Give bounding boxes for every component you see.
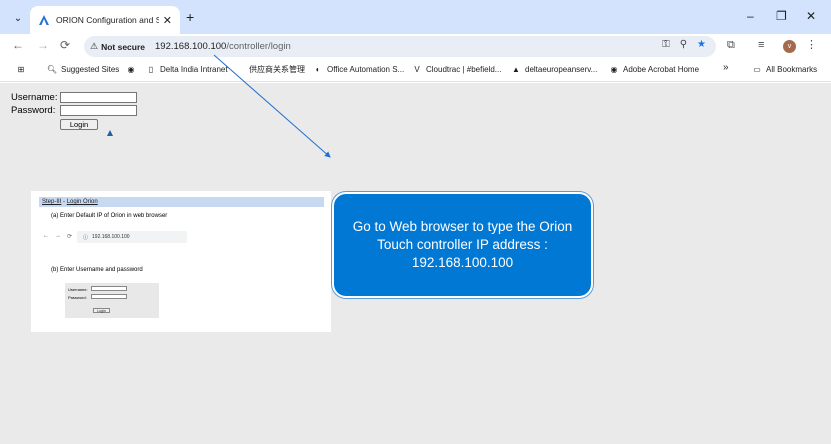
login-button[interactable]: Login	[60, 119, 98, 130]
extensions-icon[interactable]: ⧉	[727, 38, 735, 52]
browser-toolbar: ← → ⟳ ⚠ Not secure 192.168.100.100/contr…	[0, 34, 831, 58]
globe-icon: ◉	[610, 64, 618, 74]
all-bookmarks-button[interactable]: ▭ All Bookmarks	[752, 64, 817, 74]
folder-icon: ▭	[753, 64, 761, 74]
bookmark-supplier[interactable]: 供应商关系管理	[249, 64, 305, 75]
maximize-button[interactable]: ❐	[776, 8, 787, 24]
url-host: 192.168.100.100	[155, 41, 227, 52]
globe-icon: ◉	[127, 64, 135, 74]
address-bar[interactable]: ⚠ Not secure 192.168.100.100/controller/…	[84, 36, 716, 57]
profile-avatar[interactable]: v	[783, 40, 796, 53]
mini-password-input	[91, 294, 127, 299]
bookmark-deltaeurope[interactable]: ▲ deltaeuropeanserv...	[511, 64, 597, 74]
username-label: Username:	[11, 92, 58, 103]
page-content: Username: Password: Login Step-III - Log…	[0, 83, 831, 444]
mini-forward-icon: →	[55, 233, 61, 239]
office-icon: ◐	[315, 64, 321, 74]
search-icon: 🔍︎	[46, 64, 58, 74]
mini-password-label: Password:	[68, 295, 87, 300]
back-icon[interactable]: ←	[12, 38, 24, 52]
step-number: Step-III	[42, 199, 62, 205]
not-secure-label[interactable]: Not secure	[101, 42, 145, 52]
username-input[interactable]	[60, 92, 137, 103]
apps-grid-icon[interactable]: ⊞	[16, 64, 30, 74]
callout-box: Go to Web browser to type the Orion Touc…	[332, 192, 593, 298]
password-label: Password:	[11, 105, 56, 116]
callout-text: Go to Web browser to type the Orion Touc…	[352, 219, 573, 270]
password-key-icon[interactable]: ⚿	[662, 39, 670, 50]
bookmark-suggested-sites[interactable]: 🔍︎ Suggested Sites	[47, 64, 119, 74]
warning-icon: ⚠	[90, 41, 99, 51]
new-tab-button[interactable]: +	[186, 9, 194, 25]
forward-icon[interactable]: →	[37, 38, 49, 52]
bookmarks-bar: ⊞ 🔍︎ Suggested Sites ◉ ▯ Delta India Intra…	[0, 58, 831, 82]
menu-kebab-icon[interactable]: ⋮	[806, 38, 817, 52]
instruction-item-b: (b) Enter Username and password	[51, 267, 143, 273]
step-title: Login Orion	[66, 199, 98, 205]
password-input[interactable]	[60, 105, 137, 116]
instruction-item-a: (a) Enter Default IP of Orion in web bro…	[51, 213, 168, 219]
tab-orion[interactable]: ORION Configuration and Supe ✕	[30, 6, 180, 34]
tab-title: ORION Configuration and Supe	[56, 15, 159, 25]
reload-icon[interactable]: ⟳	[60, 38, 70, 52]
zoom-icon[interactable]: ⚲	[680, 39, 687, 50]
mini-login-form: Username: Password: Login	[65, 283, 159, 318]
mini-info-icon: ⓘ	[83, 234, 89, 241]
tab-strip: ⌄ ORION Configuration and Supe ✕ + – ❐ ✕	[0, 0, 831, 34]
mini-back-icon: ←	[43, 233, 49, 239]
bookmark-acrobat[interactable]: ◉ Adobe Acrobat Home	[609, 64, 700, 74]
mini-login-button: Login	[93, 308, 110, 313]
mini-address-bar: ⓘ 192.168.100.100	[77, 231, 187, 243]
bookmark-office-automation[interactable]: ◐ Office Automation S...	[313, 64, 405, 74]
close-window-button[interactable]: ✕	[806, 8, 816, 24]
more-bookmarks-chevron[interactable]: »	[723, 62, 729, 73]
mini-username-label: Username:	[68, 287, 88, 292]
cloudtrac-icon: V	[414, 64, 420, 74]
bookmark-star-icon[interactable]: ★	[697, 39, 706, 50]
instruction-panel: Step-III - Login Orion (a) Enter Default…	[31, 191, 331, 332]
bookmark-cloudtrac[interactable]: V Cloudtrac | #befield...	[412, 64, 501, 74]
minimize-button[interactable]: –	[747, 8, 754, 24]
mouse-pointer-icon	[107, 130, 113, 136]
step-heading-bar: Step-III - Login Orion	[39, 197, 324, 207]
reading-list-icon[interactable]: ≡	[758, 38, 764, 52]
delta-logo-icon: ▲	[512, 64, 520, 74]
tab-close-icon[interactable]: ✕	[163, 14, 172, 27]
page-icon: ▯	[148, 64, 154, 74]
tab-search-chevron-icon[interactable]: ⌄	[9, 9, 27, 27]
url-path: /controller/login	[226, 41, 291, 52]
orion-favicon-icon	[39, 15, 49, 25]
bookmark-globe[interactable]: ◉	[126, 64, 140, 74]
bookmark-delta-intranet[interactable]: ▯ Delta India Intranet	[146, 64, 228, 74]
mini-reload-icon: ⟳	[67, 234, 73, 240]
mini-username-input	[91, 286, 127, 291]
omnibox-actions: ⚿ ⚲ ★	[662, 39, 706, 50]
